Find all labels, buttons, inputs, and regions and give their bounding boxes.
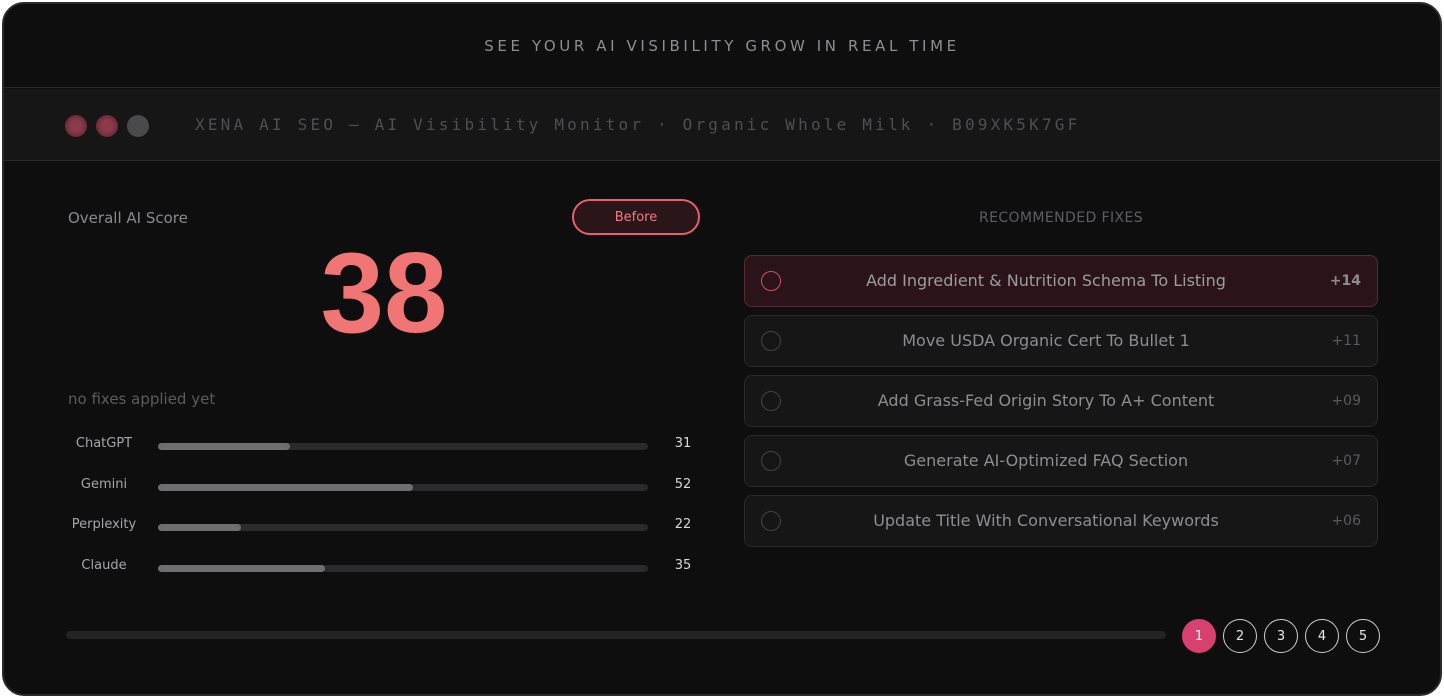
model-score-fill (158, 565, 325, 572)
model-row: Gemini 52 (64, 474, 704, 496)
window-title: XENA AI SEO — AI Visibility Monitor · Or… (195, 115, 1081, 134)
model-name: Gemini (80, 477, 128, 492)
model-score-fill (158, 443, 291, 450)
fix-radio[interactable] (761, 511, 781, 531)
fix-radio[interactable] (761, 391, 781, 411)
fix-item[interactable]: Add Grass-Fed Origin Story To A+ Content… (744, 375, 1378, 427)
banner: SEE YOUR AI VISIBILITY GROW IN REAL TIME (4, 4, 1440, 88)
model-name: Claude (81, 558, 127, 573)
fix-points: +06 (1331, 513, 1361, 529)
fix-label: Generate AI-Optimized FAQ Section (903, 451, 1189, 470)
before-toggle-button[interactable]: Before (572, 199, 700, 235)
fix-radio[interactable] (761, 331, 781, 351)
model-score-value: 31 (674, 436, 692, 451)
page-button-2[interactable]: 2 (1223, 619, 1257, 653)
page-button-4[interactable]: 4 (1305, 619, 1339, 653)
fix-item[interactable]: Move USDA Organic Cert To Bullet 1 +11 (744, 315, 1378, 367)
fix-item[interactable]: Generate AI-Optimized FAQ Section +07 (744, 435, 1378, 487)
page-button-5[interactable]: 5 (1346, 619, 1380, 653)
fix-points: +09 (1331, 393, 1361, 409)
banner-text: SEE YOUR AI VISIBILITY GROW IN REAL TIME (484, 36, 960, 55)
app-frame: SEE YOUR AI VISIBILITY GROW IN REAL TIME… (2, 2, 1442, 696)
page-button-3[interactable]: 3 (1264, 619, 1298, 653)
fix-radio[interactable] (761, 451, 781, 471)
model-row: Perplexity 22 (64, 514, 704, 536)
fix-radio[interactable] (761, 271, 781, 291)
fix-label: Move USDA Organic Cert To Bullet 1 (902, 331, 1190, 350)
model-row: ChatGPT 31 (64, 433, 704, 455)
fix-label: Add Ingredient & Nutrition Schema To Lis… (866, 271, 1226, 290)
model-score-track (158, 565, 648, 572)
model-score-track (158, 524, 648, 531)
model-name: Perplexity (71, 517, 137, 532)
fix-status-text: no fixes applied yet (68, 390, 216, 408)
window-titlebar: XENA AI SEO — AI Visibility Monitor · Or… (4, 89, 1440, 161)
progress-track (66, 631, 1166, 639)
model-score-fill (158, 524, 242, 531)
model-score-value: 52 (674, 477, 692, 492)
fix-label: Add Grass-Fed Origin Story To A+ Content (877, 391, 1215, 410)
fix-item[interactable]: Update Title With Conversational Keyword… (744, 495, 1378, 547)
window-maximize-dot[interactable] (127, 115, 149, 137)
window-minimize-dot[interactable] (96, 115, 118, 137)
model-score-fill (158, 484, 413, 491)
page-button-1[interactable]: 1 (1182, 619, 1216, 653)
fix-points: +07 (1331, 453, 1361, 469)
model-row: Claude 35 (64, 555, 704, 577)
score-label: Overall AI Score (68, 209, 188, 227)
model-score-track (158, 443, 648, 450)
fix-item[interactable]: Add Ingredient & Nutrition Schema To Lis… (744, 255, 1378, 307)
model-score-value: 22 (674, 517, 692, 532)
recommended-fixes-title: RECOMMENDED FIXES (978, 210, 1143, 226)
fix-points: +11 (1331, 333, 1361, 349)
window-close-dot[interactable] (65, 115, 87, 137)
fix-label: Update Title With Conversational Keyword… (873, 511, 1219, 530)
model-score-track (158, 484, 648, 491)
overall-score-value: 38 (320, 230, 448, 357)
model-name: ChatGPT (75, 436, 133, 451)
model-score-value: 35 (674, 558, 692, 573)
fix-points: +14 (1329, 273, 1361, 289)
